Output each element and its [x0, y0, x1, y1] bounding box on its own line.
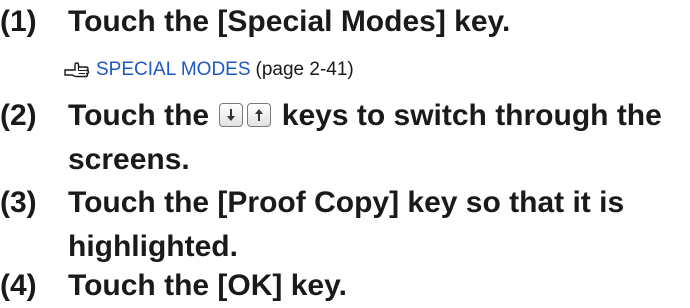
- scroll-up-key-icon: [247, 103, 272, 128]
- step-text: Touch the [Special Modes] key.: [68, 5, 511, 38]
- step-3: (3) Touch the [Proof Copy] key so that i…: [0, 181, 668, 269]
- step-1: (1) Touch the [Special Modes] key.: [0, 0, 668, 44]
- pointing-hand-icon: [64, 61, 90, 79]
- step-number: (2): [0, 99, 37, 132]
- step-2: (2) Touch the keys to switch through the…: [0, 94, 668, 182]
- special-modes-link[interactable]: SPECIAL MODES: [96, 58, 251, 82]
- step-text: Touch the [OK] key.: [68, 269, 347, 302]
- step-text: Touch the keys to switch through the scr…: [68, 94, 668, 182]
- scroll-down-key-icon: [219, 103, 244, 128]
- step-number: (3): [0, 186, 37, 219]
- step-text-before: Touch the: [68, 99, 210, 132]
- step-text: Touch the [Proof Copy] key so that it is…: [68, 186, 625, 263]
- reference-line: SPECIAL MODES (page 2-41): [64, 58, 354, 82]
- page-reference: (page 2-41): [255, 59, 354, 80]
- step-4: (4) Touch the [OK] key.: [0, 264, 668, 308]
- step-number: (4): [0, 269, 37, 302]
- step-number: (1): [0, 5, 37, 38]
